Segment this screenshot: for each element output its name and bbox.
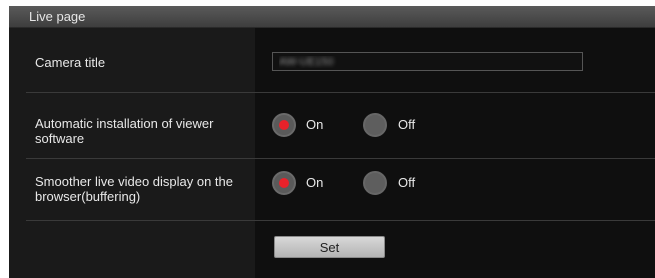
auto-install-on-label: On xyxy=(306,117,324,132)
buffering-off-label: Off xyxy=(398,175,416,190)
section-header: Live page xyxy=(9,6,655,28)
auto-install-label: Automatic installation of viewer softwar… xyxy=(35,116,214,146)
auto-install-off-radio[interactable] xyxy=(363,113,387,137)
auto-install-off-label: Off xyxy=(398,117,416,132)
buffering-on-radio[interactable] xyxy=(272,171,296,195)
live-page-panel: Live page Camera title Automatic install… xyxy=(9,6,655,278)
section-title: Live page xyxy=(29,9,86,24)
set-button[interactable]: Set xyxy=(274,236,385,258)
buffering-on-label: On xyxy=(306,175,324,190)
row-divider xyxy=(26,220,655,221)
camera-title-label: Camera title xyxy=(35,55,106,70)
row-divider xyxy=(26,158,655,159)
auto-install-on-radio[interactable] xyxy=(272,113,296,137)
camera-title-input[interactable] xyxy=(272,52,583,71)
buffering-label: Smoother live video display on the brows… xyxy=(35,174,234,204)
buffering-off-radio[interactable] xyxy=(363,171,387,195)
row-divider xyxy=(26,92,655,93)
